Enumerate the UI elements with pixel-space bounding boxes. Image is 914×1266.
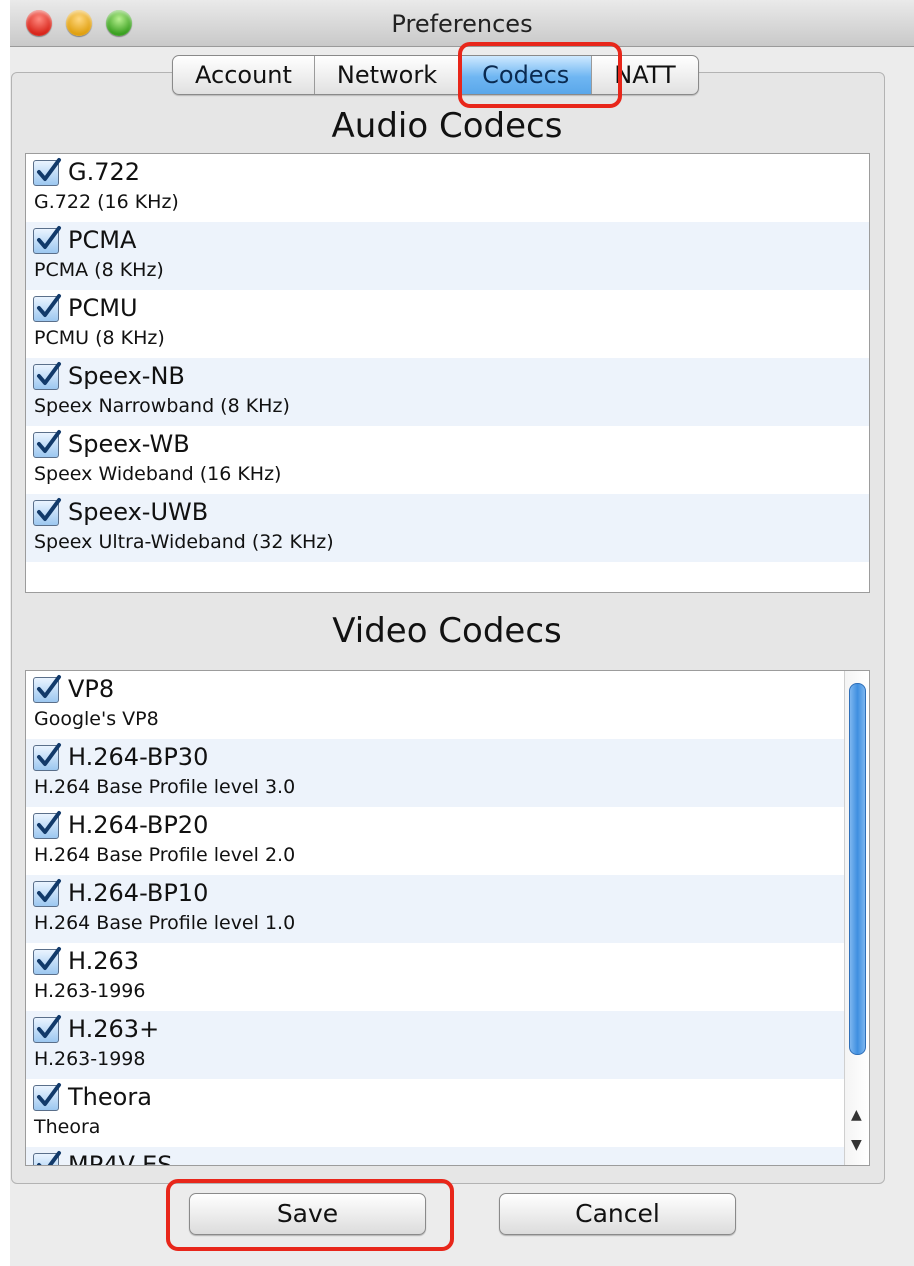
codec-description: Google's VP8 bbox=[34, 708, 159, 730]
checkmark-icon bbox=[37, 1151, 61, 1165]
checkmark-icon bbox=[37, 1083, 61, 1106]
codec-checkbox[interactable] bbox=[33, 811, 61, 839]
list-item[interactable]: H.263 H.263-1996 bbox=[26, 943, 869, 1011]
checkmark-icon bbox=[37, 226, 61, 249]
list-item[interactable]: H.263+ H.263-1998 bbox=[26, 1011, 869, 1079]
codec-name: H.263+ bbox=[68, 1015, 160, 1043]
codec-checkbox[interactable] bbox=[33, 879, 61, 907]
scroll-up-arrow-icon[interactable]: ▲ bbox=[851, 1107, 862, 1123]
checkmark-icon bbox=[37, 743, 61, 766]
scroll-down-arrow-icon[interactable]: ▼ bbox=[851, 1137, 862, 1153]
codec-description: Speex Narrowband (8 KHz) bbox=[34, 395, 290, 417]
video-list-scrollbar[interactable]: ▲ ▼ bbox=[844, 671, 869, 1165]
codec-checkbox[interactable] bbox=[33, 1015, 61, 1043]
codec-name: PCMA bbox=[68, 226, 137, 254]
audio-codec-list: G.722 G.722 (16 KHz) PCMA PCMA (8 KHz) PCMU P… bbox=[25, 153, 870, 593]
checkmark-icon bbox=[37, 879, 61, 902]
list-item[interactable]: H.264-BP20 H.264 Base Profile level 2.0 bbox=[26, 807, 869, 875]
checkmark-icon bbox=[37, 362, 61, 385]
scrollbar-thumb[interactable] bbox=[849, 683, 866, 1055]
codec-checkbox[interactable] bbox=[33, 675, 61, 703]
codec-name: G.722 bbox=[68, 158, 141, 186]
codec-description: PCMA (8 KHz) bbox=[34, 259, 164, 281]
codec-description: H.264 Base Profile level 3.0 bbox=[34, 776, 296, 798]
list-item[interactable]: VP8 Google's VP8 bbox=[26, 671, 869, 739]
tab-codecs[interactable]: Codecs bbox=[460, 56, 593, 94]
list-item[interactable]: Speex-WB Speex Wideband (16 KHz) bbox=[26, 426, 869, 494]
codec-checkbox[interactable] bbox=[33, 1083, 61, 1111]
codec-description: G.722 (16 KHz) bbox=[34, 191, 179, 213]
codec-checkbox[interactable] bbox=[33, 947, 61, 975]
preferences-window: Preferences Account Network Codecs NATT … bbox=[10, 0, 914, 1266]
checkmark-icon bbox=[37, 294, 61, 317]
codec-name: H.264-BP30 bbox=[68, 743, 209, 771]
tab-natt[interactable]: NATT bbox=[592, 56, 697, 94]
list-item[interactable]: PCMA PCMA (8 KHz) bbox=[26, 222, 869, 290]
list-item[interactable]: H.264-BP10 H.264 Base Profile level 1.0 bbox=[26, 875, 869, 943]
codec-description: H.264 Base Profile level 1.0 bbox=[34, 912, 296, 934]
codec-name: Speex-WB bbox=[68, 430, 190, 458]
codec-checkbox[interactable] bbox=[33, 430, 61, 458]
codec-name: Speex-NB bbox=[68, 362, 185, 390]
title-bar: Preferences bbox=[10, 0, 914, 47]
list-item[interactable]: Theora Theora bbox=[26, 1079, 869, 1147]
codec-checkbox[interactable] bbox=[33, 743, 61, 771]
checkmark-icon bbox=[37, 158, 61, 181]
codec-name: Speex-UWB bbox=[68, 498, 209, 526]
codec-checkbox[interactable] bbox=[33, 294, 61, 322]
codec-name: H.263 bbox=[68, 947, 140, 975]
list-item[interactable]: Speex-NB Speex Narrowband (8 KHz) bbox=[26, 358, 869, 426]
checkmark-icon bbox=[37, 947, 61, 970]
checkmark-icon bbox=[37, 498, 61, 521]
codec-description: PCMU (8 KHz) bbox=[34, 327, 165, 349]
codec-name: Theora bbox=[68, 1083, 152, 1111]
video-codecs-heading: Video Codecs bbox=[332, 611, 562, 651]
audio-codecs-heading: Audio Codecs bbox=[331, 106, 563, 146]
codec-checkbox[interactable] bbox=[33, 1151, 61, 1165]
codec-checkbox[interactable] bbox=[33, 362, 61, 390]
list-item[interactable]: PCMU PCMU (8 KHz) bbox=[26, 290, 869, 358]
codec-description: H.263-1996 bbox=[34, 980, 146, 1002]
video-codec-list: VP8 Google's VP8 H.264-BP30 H.264 Base Prof… bbox=[25, 670, 870, 1166]
codec-description: Speex Ultra-Wideband (32 KHz) bbox=[34, 531, 334, 553]
tab-bar: Account Network Codecs NATT bbox=[172, 55, 699, 95]
codec-description: H.264 Base Profile level 2.0 bbox=[34, 844, 296, 866]
codec-name: MP4V-ES bbox=[68, 1151, 173, 1166]
codec-name: H.264-BP10 bbox=[68, 879, 209, 907]
codec-checkbox[interactable] bbox=[33, 498, 61, 526]
codec-name: PCMU bbox=[68, 294, 138, 322]
checkmark-icon bbox=[37, 811, 61, 834]
codec-description: Theora bbox=[34, 1116, 101, 1138]
tab-account[interactable]: Account bbox=[173, 56, 315, 94]
list-item[interactable]: H.264-BP30 H.264 Base Profile level 3.0 bbox=[26, 739, 869, 807]
codec-name: VP8 bbox=[68, 675, 115, 703]
checkmark-icon bbox=[37, 1015, 61, 1038]
checkmark-icon bbox=[37, 430, 61, 453]
codec-checkbox[interactable] bbox=[33, 158, 61, 186]
list-item[interactable]: G.722 G.722 (16 KHz) bbox=[26, 154, 869, 222]
save-button[interactable]: Save bbox=[189, 1193, 426, 1235]
cancel-button[interactable]: Cancel bbox=[499, 1193, 736, 1235]
list-item[interactable]: Speex-UWB Speex Ultra-Wideband (32 KHz) bbox=[26, 494, 869, 562]
codec-description: H.263-1998 bbox=[34, 1048, 146, 1070]
tab-network[interactable]: Network bbox=[315, 56, 461, 94]
checkmark-icon bbox=[37, 675, 61, 698]
codec-description: Speex Wideband (16 KHz) bbox=[34, 463, 282, 485]
codec-name: H.264-BP20 bbox=[68, 811, 209, 839]
codec-checkbox[interactable] bbox=[33, 226, 61, 254]
list-item[interactable]: MP4V-ES bbox=[26, 1147, 869, 1166]
window-title: Preferences bbox=[391, 10, 533, 38]
